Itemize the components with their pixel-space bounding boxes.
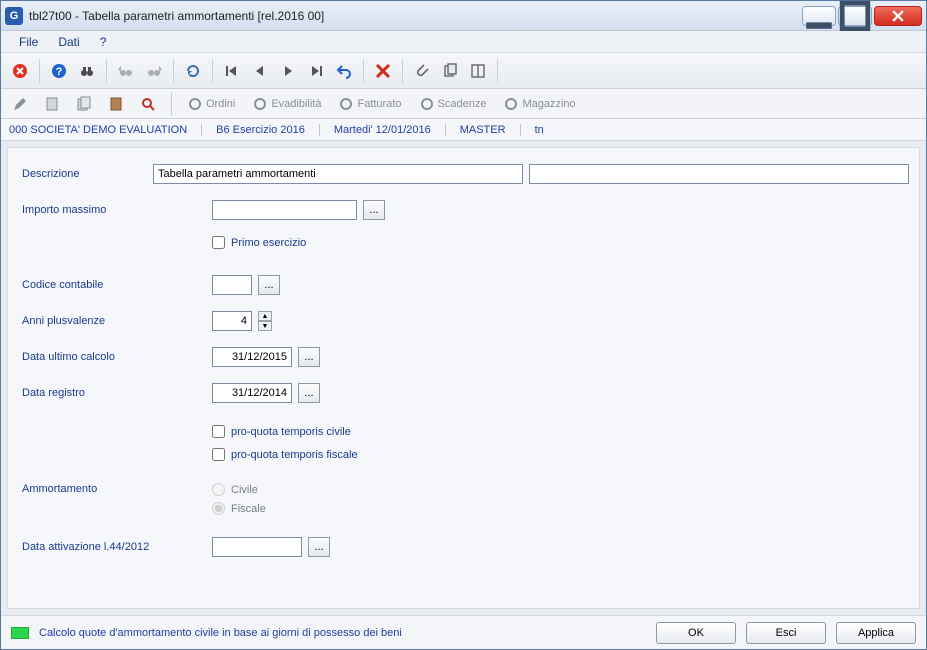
data-ultimo-calcolo-label: Data ultimo calcolo	[22, 351, 212, 363]
layout-icon[interactable]	[465, 58, 491, 84]
data-attivazione-label: Data attivazione l.44/2012	[22, 541, 212, 553]
primo-esercizio-checkbox[interactable]: Primo esercizio	[212, 236, 306, 249]
ammortamento-fiscale-radio[interactable]: Fiscale	[212, 502, 266, 515]
nav-last-icon[interactable]	[303, 58, 329, 84]
form-panel: Descrizione Importo massimo ... Primo es…	[7, 147, 920, 609]
binoculars-left-icon[interactable]	[113, 58, 139, 84]
info-esercizio: B6 Esercizio 2016	[216, 124, 305, 136]
descrizione2-field[interactable]	[529, 164, 909, 184]
undo-icon[interactable]	[331, 58, 357, 84]
link-scadenze-label: Scadenze	[438, 98, 487, 110]
link-evadibilita[interactable]: Evadibilità	[247, 97, 327, 111]
app-icon: G	[5, 7, 23, 25]
nav-prev-icon[interactable]	[247, 58, 273, 84]
link-magazzino[interactable]: Magazzino	[498, 97, 581, 111]
data-registro-field[interactable]	[212, 383, 292, 403]
data-registro-label: Data registro	[22, 387, 212, 399]
info-data: Martedi' 12/01/2016	[334, 124, 431, 136]
edit-pencil-icon[interactable]	[7, 91, 33, 117]
link-fatturato[interactable]: Fatturato	[333, 97, 407, 111]
codice-contabile-label: Codice contabile	[22, 279, 212, 291]
descrizione-label: Descrizione	[22, 168, 153, 180]
window-title: tbl27t00 - Tabella parametri ammortament…	[29, 9, 802, 23]
link-scadenze[interactable]: Scadenze	[414, 97, 493, 111]
binoculars-icon[interactable]	[74, 58, 100, 84]
window-buttons	[802, 6, 922, 26]
applica-button[interactable]: Applica	[836, 622, 916, 644]
pq-fiscale-input[interactable]	[212, 448, 225, 461]
spinner-up-icon[interactable]: ▲	[258, 311, 272, 321]
maximize-button[interactable]	[838, 6, 872, 26]
pq-civile-checkbox[interactable]: pro-quota temporis civile	[212, 425, 351, 438]
nav-next-icon[interactable]	[275, 58, 301, 84]
close-window-button[interactable]	[874, 6, 922, 26]
importo-massimo-lookup-button[interactable]: ...	[363, 200, 385, 220]
status-text: Calcolo quote d'ammortamento civile in b…	[39, 627, 646, 639]
infobar: 000 SOCIETA' DEMO EVALUATION B6 Esercizi…	[1, 119, 926, 141]
help-icon[interactable]: ?	[46, 58, 72, 84]
status-indicator	[11, 627, 29, 639]
anni-plusvalenze-field[interactable]	[212, 311, 252, 331]
data-registro-lookup-button[interactable]: ...	[298, 383, 320, 403]
ok-button[interactable]: OK	[656, 622, 736, 644]
descrizione-field[interactable]	[153, 164, 523, 184]
binoculars-right-icon[interactable]	[141, 58, 167, 84]
book-icon[interactable]	[103, 91, 129, 117]
spinner-down-icon[interactable]: ▼	[258, 321, 272, 331]
titlebar: G tbl27t00 - Tabella parametri ammortame…	[1, 1, 926, 31]
ammortamento-fiscale-label: Fiscale	[231, 503, 266, 515]
codice-contabile-lookup-button[interactable]: ...	[258, 275, 280, 295]
info-user: MASTER	[460, 124, 506, 136]
cancel-icon[interactable]	[7, 58, 33, 84]
data-attivazione-lookup-button[interactable]: ...	[308, 537, 330, 557]
app-window: G tbl27t00 - Tabella parametri ammortame…	[0, 0, 927, 650]
info-societa: 000 SOCIETA' DEMO EVALUATION	[9, 124, 187, 136]
menubar: File Dati ?	[1, 31, 926, 53]
link-fatturato-label: Fatturato	[357, 98, 401, 110]
link-evadibilita-label: Evadibilità	[271, 98, 321, 110]
toolbar-secondary: Ordini Evadibilità Fatturato Scadenze Ma…	[1, 89, 926, 119]
menu-dati[interactable]: Dati	[48, 33, 89, 51]
svg-text:?: ?	[56, 66, 63, 78]
menu-file[interactable]: File	[9, 33, 48, 51]
zoom-icon[interactable]	[135, 91, 161, 117]
esci-button[interactable]: Esci	[746, 622, 826, 644]
codice-contabile-field[interactable]	[212, 275, 252, 295]
sheet1-icon[interactable]	[39, 91, 65, 117]
minimize-button[interactable]	[802, 6, 836, 26]
ammortamento-civile-radio[interactable]: Civile	[212, 483, 266, 496]
statusbar: Calcolo quote d'ammortamento civile in b…	[1, 615, 926, 649]
ammortamento-fiscale-input[interactable]	[212, 502, 225, 515]
pq-fiscale-label: pro-quota temporis fiscale	[231, 449, 358, 461]
ammortamento-civile-label: Civile	[231, 484, 258, 496]
data-ultimo-calcolo-lookup-button[interactable]: ...	[298, 347, 320, 367]
info-extra: tn	[535, 124, 544, 136]
link-ordini[interactable]: Ordini	[182, 97, 241, 111]
ammortamento-label: Ammortamento	[22, 483, 212, 495]
pq-fiscale-checkbox[interactable]: pro-quota temporis fiscale	[212, 448, 358, 461]
refresh-icon[interactable]	[180, 58, 206, 84]
anni-plusvalenze-spinner: ▲ ▼	[258, 311, 272, 331]
pq-civile-input[interactable]	[212, 425, 225, 438]
toolbar-main: ?	[1, 53, 926, 89]
data-attivazione-field[interactable]	[212, 537, 302, 557]
primo-esercizio-input[interactable]	[212, 236, 225, 249]
delete-icon[interactable]	[370, 58, 396, 84]
ammortamento-civile-input[interactable]	[212, 483, 225, 496]
link-ordini-label: Ordini	[206, 98, 235, 110]
attach-icon[interactable]	[409, 58, 435, 84]
data-ultimo-calcolo-field[interactable]	[212, 347, 292, 367]
nav-first-icon[interactable]	[219, 58, 245, 84]
menu-help[interactable]: ?	[90, 33, 117, 51]
link-magazzino-label: Magazzino	[522, 98, 575, 110]
anni-plusvalenze-label: Anni plusvalenze	[22, 315, 212, 327]
sheet2-icon[interactable]	[71, 91, 97, 117]
copy-icon[interactable]	[437, 58, 463, 84]
primo-esercizio-label: Primo esercizio	[231, 237, 306, 249]
importo-massimo-field[interactable]	[212, 200, 357, 220]
importo-massimo-label: Importo massimo	[22, 204, 212, 216]
pq-civile-label: pro-quota temporis civile	[231, 426, 351, 438]
